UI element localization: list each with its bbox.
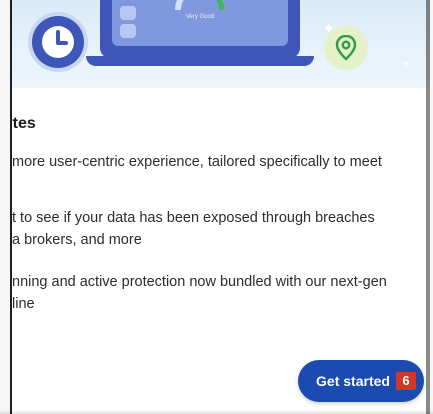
window-edge	[426, 0, 430, 414]
gauge-label: Very Good	[185, 14, 215, 20]
clock-icon	[32, 16, 84, 68]
get-started-label: Get started	[316, 373, 390, 389]
laptop-base	[86, 56, 314, 66]
feature-item: t to see if your data has been exposed t…	[12, 207, 422, 251]
gauge-icon	[175, 0, 225, 11]
notification-badge: 6	[395, 372, 416, 390]
feature-line: t to see if your data has been exposed t…	[12, 210, 375, 226]
bottom-shadow	[0, 410, 433, 414]
hero-banner: ✦ ✦ Very Good	[12, 0, 430, 88]
feature-line: a brokers, and more	[12, 232, 142, 248]
feature-line: line	[12, 296, 35, 312]
get-started-button[interactable]: Get started 6	[298, 360, 424, 402]
feature-line: nning and active protection now bundled …	[12, 274, 387, 290]
laptop-icon: Very Good	[100, 0, 300, 58]
section-title: bytes	[12, 115, 36, 132]
feature-item: nning and active protection now bundled …	[12, 271, 422, 315]
intro-description: more user-centric experience, tailored s…	[12, 154, 382, 170]
sparkle-icon: ✦	[402, 59, 411, 70]
location-pin-icon	[324, 26, 368, 70]
onboarding-card: ✦ ✦ Very Good tes more user-centric expe…	[10, 0, 430, 414]
